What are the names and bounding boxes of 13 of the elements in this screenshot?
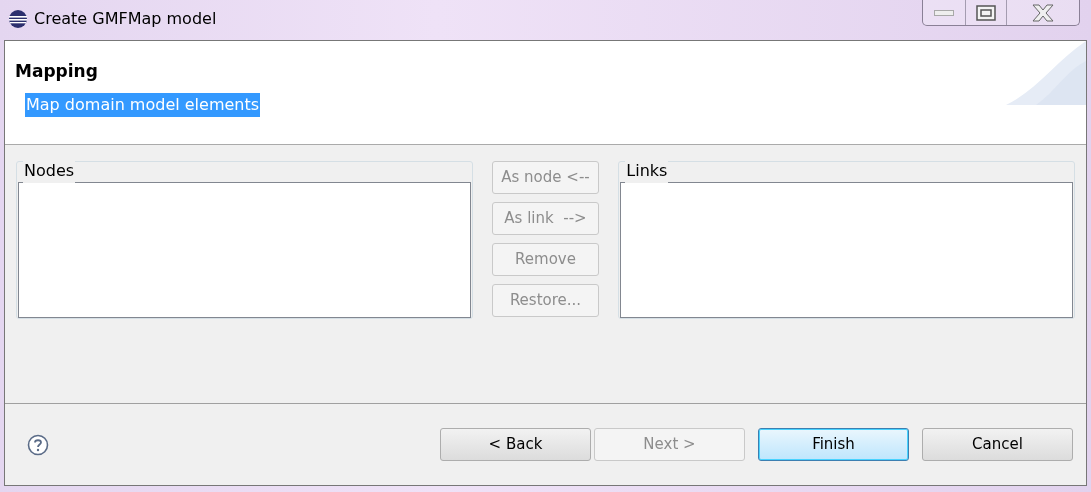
help-icon[interactable] <box>27 433 49 456</box>
page-description: Map domain model elements <box>25 92 261 117</box>
dialog-button[interactable]: Finish <box>758 428 909 461</box>
minimize-icon <box>934 9 954 16</box>
window-title: Create GMFMap model <box>34 8 217 30</box>
maximize-icon <box>976 4 996 21</box>
group-label: Nodes <box>23 159 76 183</box>
dialog-button[interactable]: < Back <box>440 428 591 461</box>
app-icon <box>8 9 28 29</box>
page-title: Mapping <box>15 60 99 83</box>
group-label: Links <box>625 159 669 183</box>
close-icon <box>1030 3 1056 22</box>
dialog-button[interactable]: Cancel <box>922 428 1073 461</box>
